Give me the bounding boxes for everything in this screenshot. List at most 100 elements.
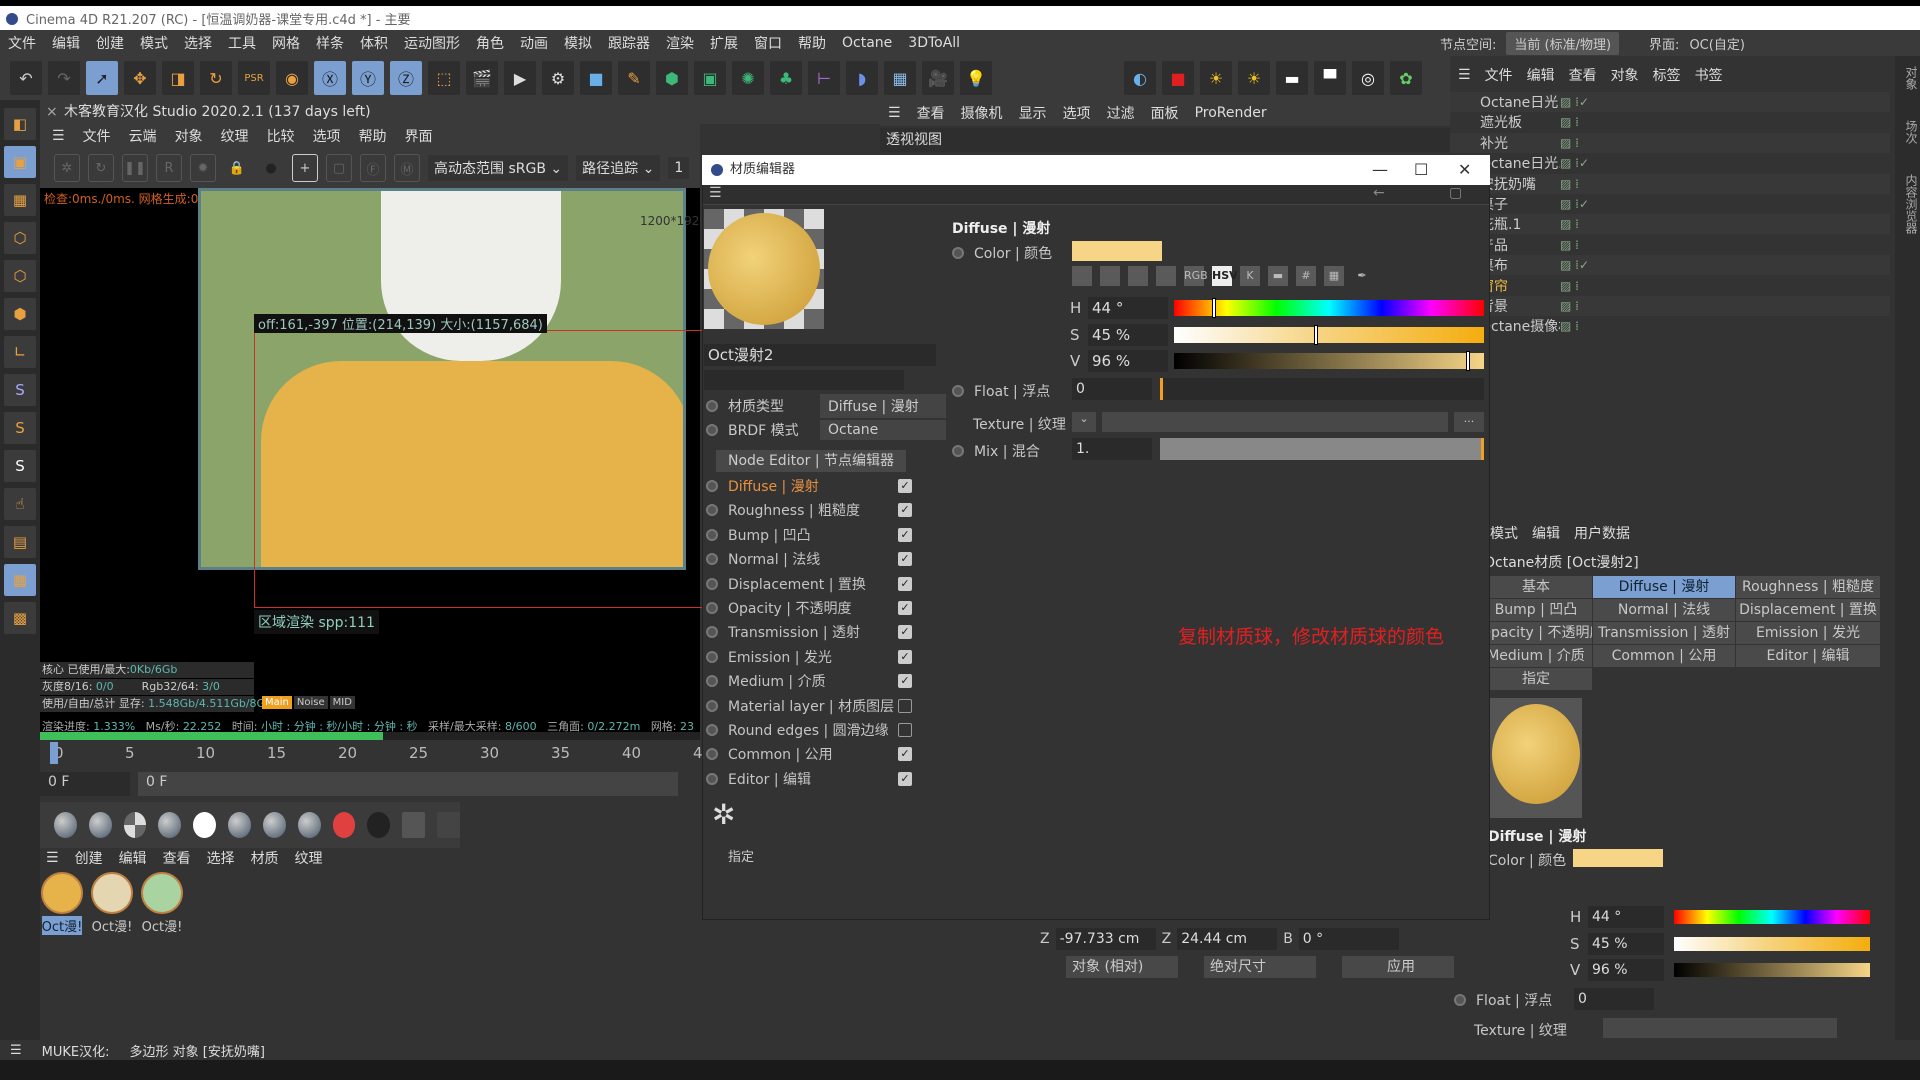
channel-checkbox[interactable]: ✓ <box>898 601 912 615</box>
material-menu-item[interactable]: 选择 <box>207 848 235 868</box>
kernel-value[interactable]: 1 <box>668 157 690 179</box>
color-mode-#[interactable]: # <box>1296 266 1316 286</box>
render-settings-icon[interactable]: ⚙ <box>542 61 574 95</box>
deformer-icon[interactable]: ⊢ <box>808 61 840 95</box>
scale-tool-icon[interactable]: ◨ <box>162 61 194 95</box>
menu-item[interactable]: 网格 <box>272 33 300 53</box>
menu-item[interactable]: 文件 <box>8 33 36 53</box>
object-row[interactable]: 背景 ▨ ⁞ <box>1450 296 1890 316</box>
mix-field[interactable]: 1. <box>1072 438 1152 460</box>
v-field[interactable]: 96 % <box>1088 350 1168 372</box>
portal-material-icon[interactable] <box>297 812 321 838</box>
channel-checkbox[interactable]: ✓ <box>898 747 912 762</box>
hue-slider[interactable] <box>1174 298 1484 318</box>
menu-item[interactable]: 扩展 <box>710 33 738 53</box>
channel-checkbox[interactable]: ✓ <box>898 552 912 567</box>
menu-item[interactable]: 选择 <box>184 33 212 53</box>
channel-checkbox[interactable]: ✓ <box>898 771 912 786</box>
cloner-icon[interactable]: ✺ <box>732 61 764 95</box>
material-menu-item[interactable]: 查看 <box>163 848 191 868</box>
octane-menu-item[interactable]: 文件 <box>83 126 111 146</box>
floor-icon[interactable]: ▦ <box>884 61 916 95</box>
kernel-dropdown[interactable]: 路径追踪 ⌄ <box>576 155 661 181</box>
material-menu-item[interactable]: 编辑 <box>119 848 147 868</box>
playhead[interactable] <box>50 742 58 764</box>
texture-mode-icon[interactable]: ▦ <box>4 184 36 216</box>
channel-animate-icon[interactable] <box>706 699 718 712</box>
toon-material-icon[interactable] <box>193 812 217 838</box>
visibility-toggle-icon[interactable]: ▨ ⁞ <box>1560 217 1600 231</box>
visibility-toggle-icon[interactable]: ▨ ⁞ <box>1560 279 1600 293</box>
channel-row[interactable]: Common | 公用 ✓ <box>706 743 912 765</box>
sphere-icon[interactable]: ● <box>258 154 284 182</box>
channel-animate-icon[interactable] <box>706 553 718 566</box>
octane-menu-item[interactable]: 选项 <box>313 126 341 146</box>
close-icon[interactable]: × <box>46 100 58 124</box>
import-icon[interactable] <box>402 812 426 838</box>
viewport-menu-item[interactable]: 显示 <box>1019 103 1047 123</box>
channel-row[interactable]: Opacity | 不透明度 ✓ <box>706 597 912 619</box>
attribute-tab[interactable]: Diffuse | 漫射 <box>1593 576 1735 598</box>
menu-item[interactable]: Octane <box>842 35 892 51</box>
visibility-toggle-icon[interactable]: ▨ ⁞ <box>1560 115 1600 129</box>
hamburger-icon[interactable]: ☰ <box>1458 67 1471 83</box>
close-icon[interactable]: ✕ <box>1458 155 1471 185</box>
channel-animate-icon[interactable] <box>706 772 718 785</box>
attribute-tab[interactable]: Medium | 介质 <box>1480 645 1592 667</box>
color-mode-k[interactable]: K <box>1240 266 1260 286</box>
viewport-menu-item[interactable]: 选项 <box>1063 103 1091 123</box>
octane-live-viewer-icon[interactable]: ◐ <box>1124 61 1156 95</box>
menu-item[interactable]: 渲染 <box>666 33 694 53</box>
material-menu-item[interactable]: 材质 <box>251 848 279 868</box>
coord-mode-dropdown[interactable]: 对象 (相对) <box>1066 956 1178 978</box>
tonemap-dropdown[interactable]: 高动态范围 sRGB ⌄ <box>428 155 569 181</box>
axis-mode-icon[interactable]: ∟ <box>4 336 36 368</box>
camera-icon[interactable]: 🎥 <box>922 61 954 95</box>
select-tool-icon[interactable]: ➚ <box>86 61 118 95</box>
color-mode-▬[interactable]: ▬ <box>1268 266 1288 286</box>
bend-icon[interactable]: ◗ <box>846 61 878 95</box>
attr-s-field[interactable]: 45 % <box>1588 933 1664 955</box>
region-render-icon[interactable]: R <box>156 154 182 182</box>
channel-animate-icon[interactable] <box>706 528 718 541</box>
attribute-tab[interactable]: 基本 <box>1480 576 1592 598</box>
attribute-menu-item[interactable]: 用户数据 <box>1574 523 1630 543</box>
attr-color-swatch[interactable] <box>1573 849 1663 867</box>
visibility-toggle-icon[interactable]: ▨ ⁞ <box>1560 299 1600 313</box>
channel-animate-icon[interactable] <box>706 650 718 663</box>
menu-item[interactable]: 创建 <box>96 33 124 53</box>
visibility-toggle-icon[interactable]: ▨ ⁞✓ <box>1560 95 1600 109</box>
snap-icon[interactable]: S <box>4 374 36 406</box>
channel-checkbox[interactable]: ✓ <box>898 503 912 518</box>
octane-menu-item[interactable]: 帮助 <box>359 126 387 146</box>
menu-item[interactable]: 运动图形 <box>404 33 460 53</box>
pause-icon[interactable]: ❚❚ <box>122 154 148 182</box>
focus-pick-icon[interactable]: Ⓕ <box>360 154 386 182</box>
menu-item[interactable]: 编辑 <box>52 33 80 53</box>
light-icon[interactable]: 💡 <box>960 61 992 95</box>
current-frame-field[interactable]: 0 F <box>138 772 678 796</box>
channel-row[interactable]: Roughness | 粗糙度 ✓ <box>706 499 912 521</box>
texture-dropdown[interactable]: ⌄ <box>1072 412 1096 432</box>
channel-row[interactable]: Diffuse | 漫射 ✓ <box>706 475 912 497</box>
channel-animate-icon[interactable] <box>706 602 718 614</box>
attr-v-field[interactable]: 96 % <box>1588 959 1664 981</box>
edges-mode-icon[interactable]: ⬡ <box>4 260 36 292</box>
ies-light-icon[interactable]: ▀ <box>1314 61 1346 95</box>
restart-render-icon[interactable]: ↻ <box>88 154 114 182</box>
attribute-tab[interactable]: Transmission | 透射 <box>1593 622 1735 644</box>
b-rotation-field[interactable]: 0 ° <box>1298 928 1399 950</box>
menu-item[interactable]: 样条 <box>316 33 344 53</box>
z-position-field[interactable]: -97.733 cm <box>1055 928 1156 950</box>
octane-menu-item[interactable]: 云端 <box>129 126 157 146</box>
viewport-menu-item[interactable]: 查看 <box>917 103 945 123</box>
model-mode-icon[interactable]: ▣ <box>4 146 36 178</box>
noise-pass-button[interactable]: Noise <box>293 696 328 709</box>
menu-item[interactable]: 模式 <box>140 33 168 53</box>
material-pick-icon[interactable]: Ⓜ <box>394 154 420 182</box>
specular-material-icon[interactable] <box>123 812 147 838</box>
color-wheel-icon[interactable] <box>1100 266 1120 286</box>
attribute-tab[interactable]: Roughness | 粗糙度 <box>1736 576 1880 598</box>
z-size-field[interactable]: 24.44 cm <box>1177 928 1278 950</box>
channel-checkbox[interactable]: ✓ <box>898 649 912 664</box>
